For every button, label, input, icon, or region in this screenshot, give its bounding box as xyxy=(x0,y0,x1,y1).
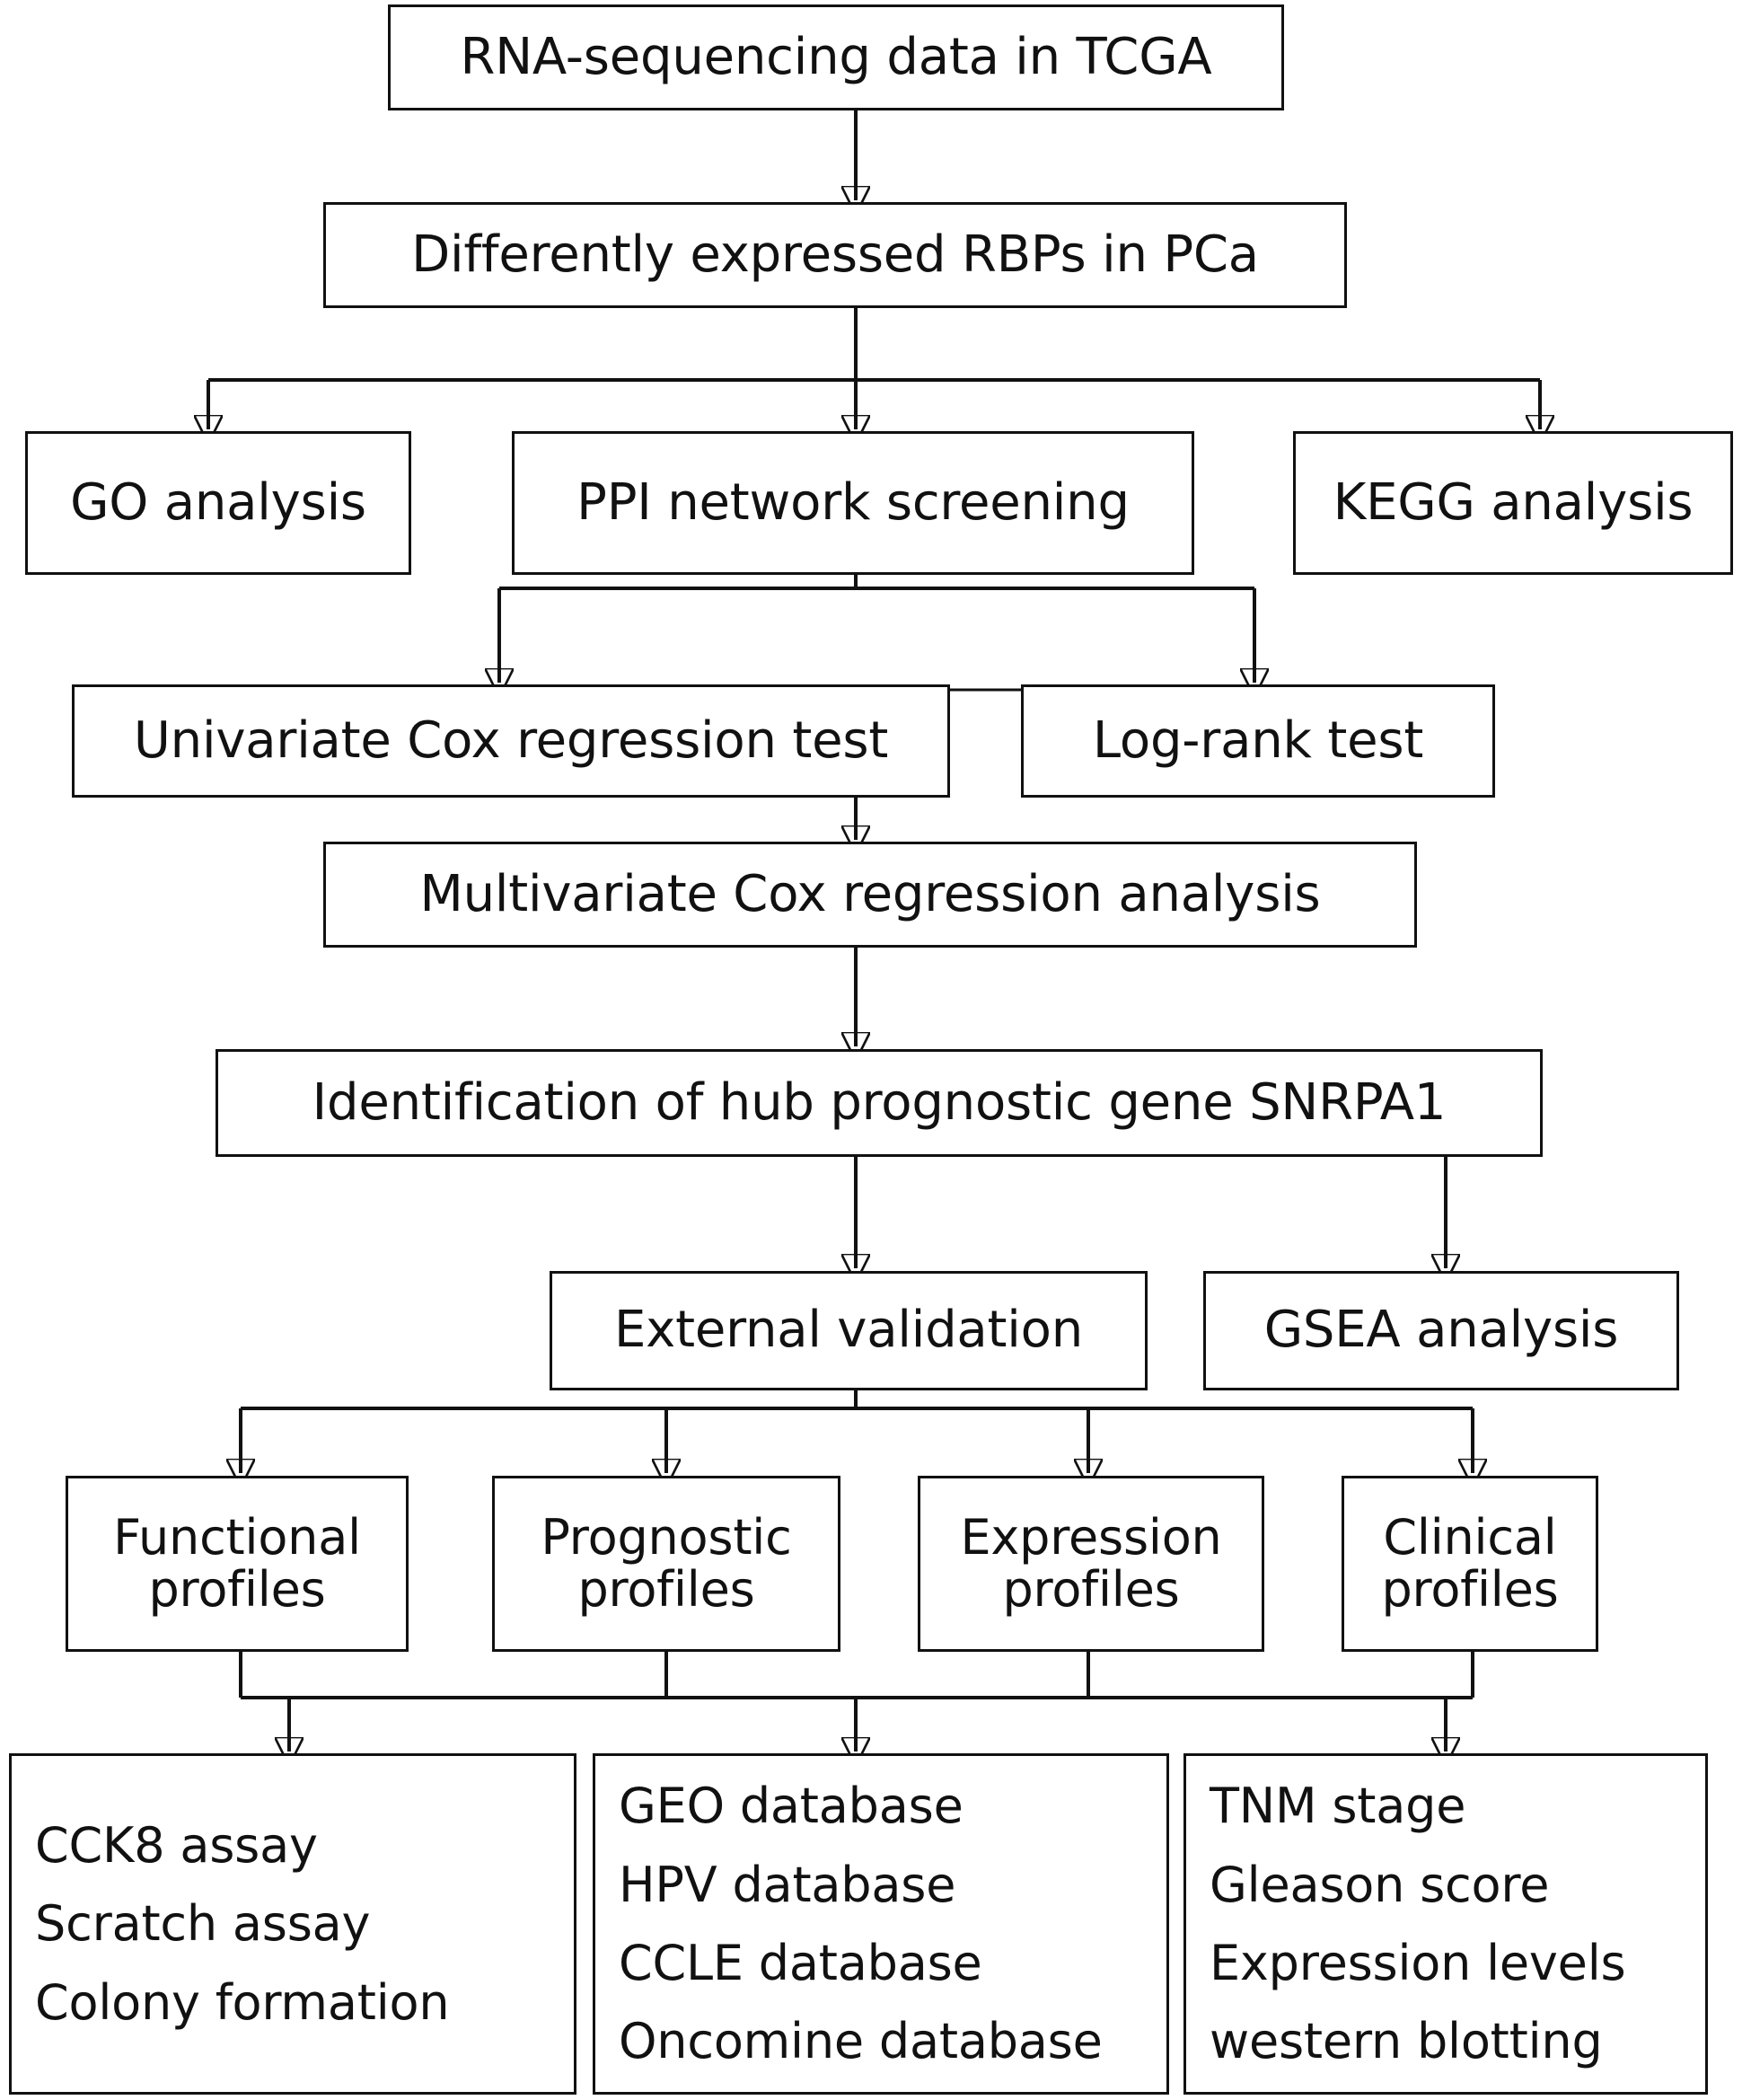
node-functional-profiles[interactable]: Functional profiles xyxy=(66,1476,409,1652)
node-ppi-network-screening-label: PPI network screening xyxy=(576,472,1130,532)
node-rna-sequencing-data[interactable]: RNA-sequencing data in TCGA xyxy=(388,4,1284,110)
node-expression-profiles[interactable]: Expression profiles xyxy=(918,1476,1264,1652)
node-rna-sequencing-data-label: RNA-sequencing data in TCGA xyxy=(460,27,1212,86)
node-functional-assays-list-label: CCK8 assay Scratch assay Colony formatio… xyxy=(35,1816,450,2031)
node-identification-hub-gene-label: Identification of hub prognostic gene SN… xyxy=(312,1072,1447,1132)
node-log-rank-test[interactable]: Log-rank test xyxy=(1021,684,1495,798)
node-log-rank-test-label: Log-rank test xyxy=(1092,710,1424,770)
node-clinical-items-list[interactable]: TNM stage Gleason score Expression level… xyxy=(1183,1753,1708,2095)
node-gsea-analysis-label: GSEA analysis xyxy=(1263,1301,1619,1360)
node-external-validation[interactable]: External validation xyxy=(550,1271,1148,1390)
node-prognostic-profiles-label: Prognostic profiles xyxy=(541,1508,792,1618)
node-external-validation-label: External validation xyxy=(613,1301,1084,1360)
node-univariate-cox-regression-test[interactable]: Univariate Cox regression test xyxy=(72,684,950,798)
node-databases-list[interactable]: GEO database HPV database CCLE database … xyxy=(593,1753,1169,2095)
node-expression-profiles-label: Expression profiles xyxy=(960,1508,1222,1618)
node-go-analysis-label: GO analysis xyxy=(70,472,366,532)
node-multivariate-cox-regression-analysis[interactable]: Multivariate Cox regression analysis xyxy=(323,842,1417,948)
node-gsea-analysis[interactable]: GSEA analysis xyxy=(1203,1271,1679,1390)
node-go-analysis[interactable]: GO analysis xyxy=(25,431,411,575)
node-clinical-profiles[interactable]: Clinical profiles xyxy=(1342,1476,1598,1652)
node-ppi-network-screening[interactable]: PPI network screening xyxy=(512,431,1194,575)
node-kegg-analysis[interactable]: KEGG analysis xyxy=(1293,431,1733,575)
node-multivariate-cox-regression-analysis-label: Multivariate Cox regression analysis xyxy=(419,864,1321,923)
node-univariate-cox-regression-test-label: Univariate Cox regression test xyxy=(133,710,889,770)
node-databases-list-label: GEO database HPV database CCLE database … xyxy=(619,1778,1103,2070)
node-clinical-items-list-label: TNM stage Gleason score Expression level… xyxy=(1210,1778,1626,2070)
node-differently-expressed-rbps[interactable]: Differently expressed RBPs in PCa xyxy=(323,202,1347,308)
node-functional-assays-list[interactable]: CCK8 assay Scratch assay Colony formatio… xyxy=(9,1753,576,2095)
node-prognostic-profiles[interactable]: Prognostic profiles xyxy=(492,1476,840,1652)
flowchart-canvas: RNA-sequencing data in TCGA Differently … xyxy=(0,0,1751,2100)
node-kegg-analysis-label: KEGG analysis xyxy=(1333,472,1694,532)
node-differently-expressed-rbps-label: Differently expressed RBPs in PCa xyxy=(411,225,1259,284)
node-identification-hub-gene[interactable]: Identification of hub prognostic gene SN… xyxy=(216,1049,1543,1157)
node-clinical-profiles-label: Clinical profiles xyxy=(1381,1508,1559,1618)
node-functional-profiles-label: Functional profiles xyxy=(113,1508,361,1618)
